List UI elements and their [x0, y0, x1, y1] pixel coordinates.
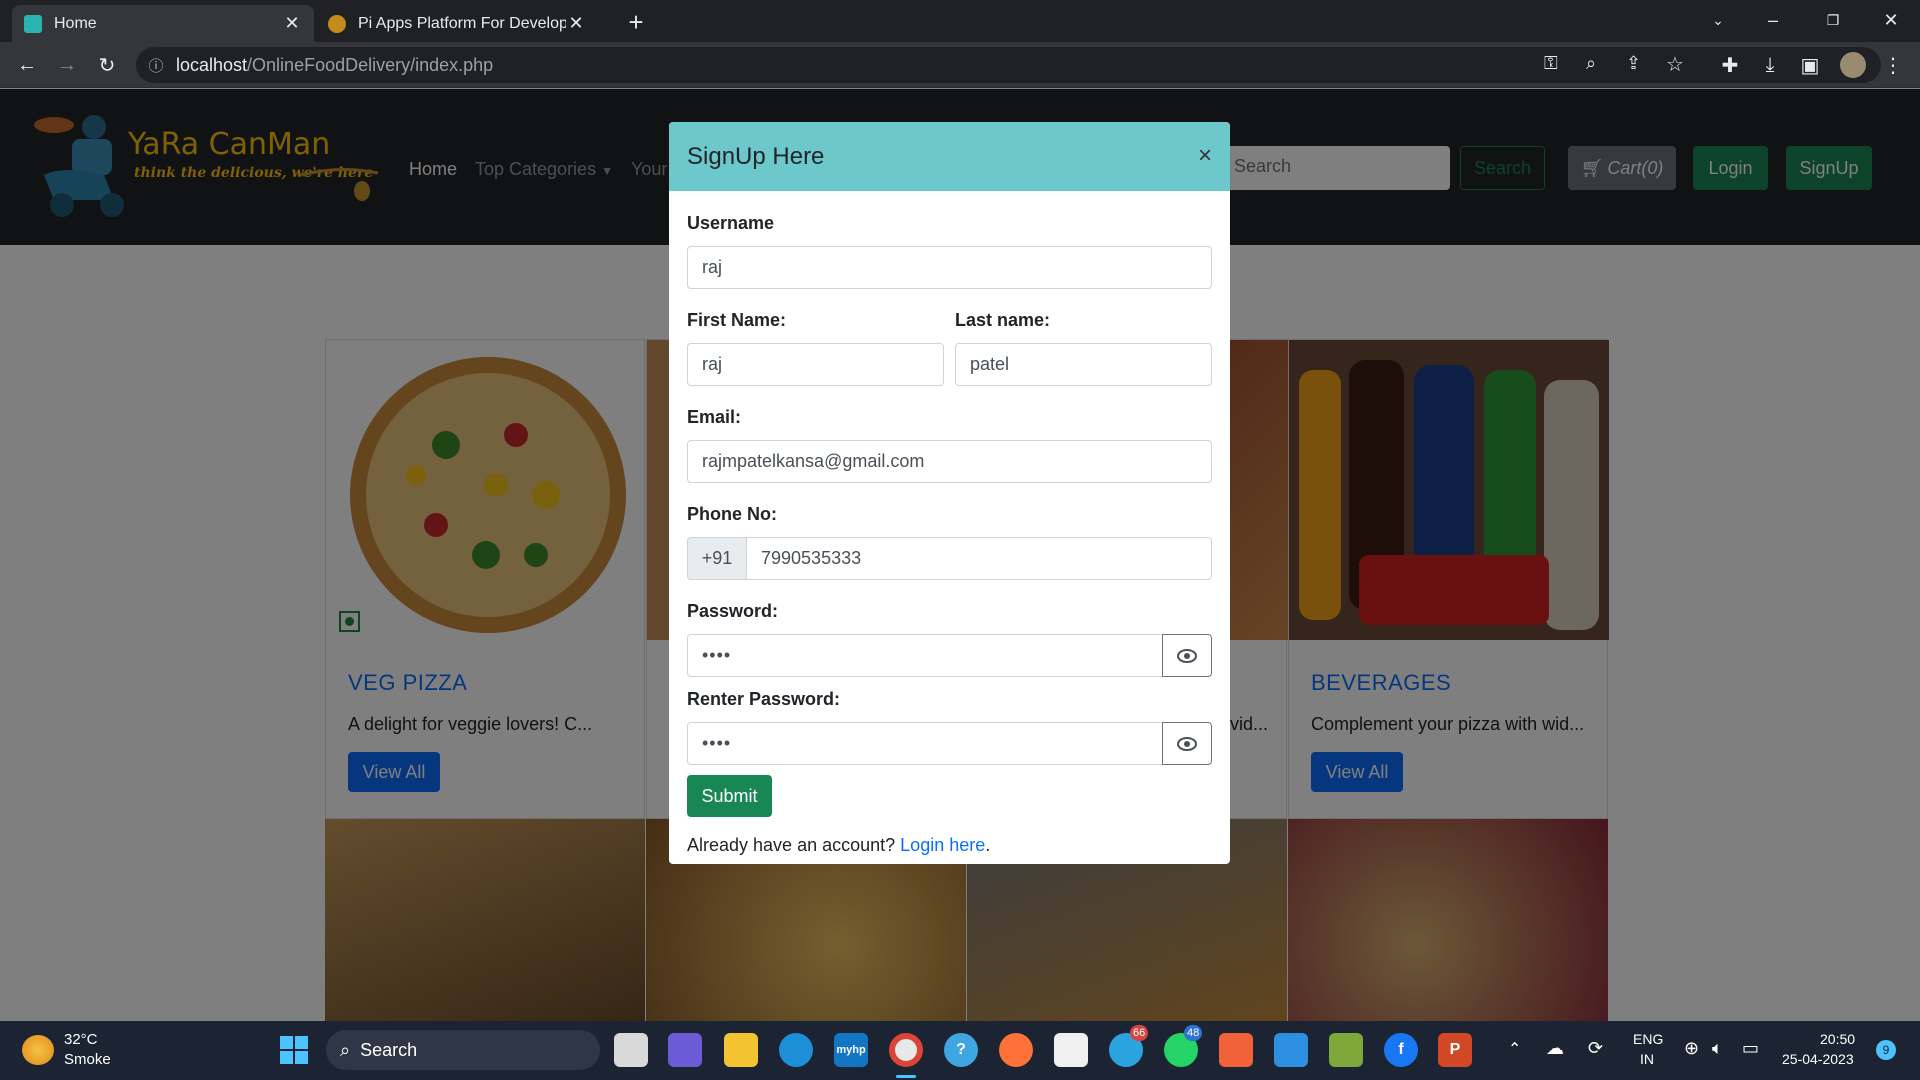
- powerpoint-icon[interactable]: P: [1438, 1033, 1472, 1067]
- site-info-icon[interactable]: ⓘ: [136, 55, 176, 76]
- firefox-icon[interactable]: [999, 1033, 1033, 1067]
- help-icon[interactable]: ?: [944, 1033, 978, 1067]
- volume-icon[interactable]: 🔈︎: [1712, 1038, 1723, 1059]
- renter-password-label: Renter Password:: [687, 689, 841, 709]
- phone-country-code: +91: [687, 537, 747, 580]
- chrome-icon[interactable]: [889, 1033, 923, 1067]
- email-input[interactable]: rajmpatelkansa@gmail.com: [687, 440, 1212, 483]
- telegram-badge: 66: [1130, 1025, 1149, 1041]
- restore-icon[interactable]: ❐: [1810, 0, 1856, 40]
- signup-modal: SignUp Here × Username raj First Name: r…: [669, 122, 1230, 864]
- new-tab-button[interactable]: +: [620, 6, 652, 38]
- browser-tab-strip: Home ✕ Pi Apps Platform For Developers ✕…: [0, 0, 1920, 42]
- download-icon[interactable]: ⤓: [1755, 50, 1785, 80]
- back-icon[interactable]: ←: [12, 50, 42, 80]
- side-panel-icon[interactable]: ▣: [1795, 50, 1825, 80]
- last-name-label: Last name:: [955, 310, 1051, 330]
- battery-icon[interactable]: ▭: [1742, 1038, 1759, 1059]
- renter-password-input[interactable]: ••••: [687, 722, 1163, 765]
- phone-label: Phone No:: [687, 504, 777, 524]
- app-icon[interactable]: [1219, 1033, 1253, 1067]
- tab-home[interactable]: Home ✕: [12, 5, 314, 42]
- minimize-icon[interactable]: –: [1750, 0, 1796, 40]
- bookmark-star-icon[interactable]: ☆: [1666, 52, 1684, 77]
- login-here-link[interactable]: Login here: [900, 835, 985, 855]
- modal-header: SignUp Here ×: [669, 122, 1230, 191]
- chevron-up-icon[interactable]: ⌃: [1508, 1039, 1521, 1059]
- tab-title: Home: [54, 14, 97, 32]
- last-name-input[interactable]: patel: [955, 343, 1212, 386]
- clock-time[interactable]: 20:50: [1820, 1031, 1855, 1047]
- weather-sun-icon[interactable]: [22, 1035, 54, 1065]
- onedrive-icon[interactable]: ☁: [1546, 1038, 1564, 1059]
- login-prompt-period: .: [985, 835, 991, 855]
- pi-favicon-icon: [328, 14, 346, 33]
- file-explorer-icon[interactable]: [724, 1033, 758, 1067]
- forward-icon[interactable]: →: [52, 50, 82, 80]
- address-bar[interactable]: ⓘ localhost/OnlineFoodDelivery/index.php…: [136, 47, 1881, 83]
- network-icon[interactable]: ⊕: [1684, 1038, 1699, 1059]
- site-favicon-icon: [24, 14, 42, 33]
- username-input[interactable]: raj: [687, 246, 1212, 289]
- tab-pi-apps[interactable]: Pi Apps Platform For Developers ✕: [316, 5, 598, 42]
- windows-start-icon[interactable]: [277, 1033, 311, 1067]
- web-page: YaRa CanMan think the delicious, we're h…: [0, 89, 1920, 1021]
- close-window-icon[interactable]: ✕: [1868, 0, 1914, 40]
- password-input[interactable]: ••••: [687, 634, 1163, 677]
- close-icon[interactable]: ×: [1198, 142, 1212, 170]
- email-label: Email:: [687, 407, 742, 427]
- image-app-icon[interactable]: [1329, 1033, 1363, 1067]
- eye-icon: [1177, 648, 1197, 663]
- login-prompt: Already have an account? Login here.: [687, 835, 990, 856]
- clock-date[interactable]: 25-04-2023: [1782, 1051, 1854, 1067]
- modal-title: SignUp Here: [687, 143, 825, 170]
- submit-button[interactable]: Submit: [687, 775, 772, 817]
- microsoft-store-icon[interactable]: [1054, 1033, 1088, 1067]
- meet-icon[interactable]: [668, 1033, 702, 1067]
- reload-icon[interactable]: ↻: [92, 50, 122, 80]
- language-bottom[interactable]: IN: [1640, 1051, 1654, 1067]
- edge-icon[interactable]: [779, 1033, 813, 1067]
- username-label: Username: [687, 213, 775, 233]
- close-tab-icon[interactable]: ✕: [282, 13, 302, 34]
- taskbar-search-label: Search: [360, 1039, 418, 1060]
- sync-icon[interactable]: ⟳: [1588, 1038, 1603, 1059]
- password-label: Password:: [687, 601, 779, 621]
- profile-avatar[interactable]: [1838, 50, 1868, 80]
- language-top[interactable]: ENG: [1633, 1031, 1663, 1047]
- extensions-icon[interactable]: ✚: [1715, 50, 1745, 80]
- eye-icon: [1177, 736, 1197, 751]
- notification-badge[interactable]: 9: [1876, 1040, 1896, 1060]
- phone-input[interactable]: 7990535333: [746, 537, 1212, 580]
- vscode-icon[interactable]: [1274, 1033, 1308, 1067]
- weather-desc[interactable]: Smoke: [64, 1051, 111, 1068]
- whatsapp-badge: 48: [1184, 1025, 1203, 1041]
- first-name-input[interactable]: raj: [687, 343, 944, 386]
- windows-taskbar: 32°C Smoke ⌕ Search myhp ? 66 48 f P ⌃ ☁…: [0, 1021, 1920, 1080]
- facebook-icon[interactable]: f: [1384, 1033, 1418, 1067]
- login-prompt-text: Already have an account?: [687, 835, 896, 855]
- tab-search-icon[interactable]: ⌄: [1695, 0, 1741, 40]
- menu-icon[interactable]: ⋮: [1878, 50, 1908, 80]
- key-icon[interactable]: ⚿: [1544, 53, 1558, 74]
- share-icon[interactable]: ⇪: [1626, 53, 1641, 74]
- taskbar-search[interactable]: ⌕ Search: [326, 1030, 600, 1070]
- active-app-indicator: [896, 1075, 916, 1078]
- zoom-icon[interactable]: ⌕: [1586, 53, 1596, 74]
- weather-temp[interactable]: 32°C: [64, 1031, 98, 1048]
- first-name-label: First Name:: [687, 310, 787, 330]
- task-view-icon[interactable]: [614, 1033, 648, 1067]
- search-icon: ⌕: [340, 1039, 351, 1060]
- tab-title: Pi Apps Platform For Developers: [358, 14, 566, 32]
- show-renter-password-button[interactable]: [1162, 722, 1212, 765]
- show-password-button[interactable]: [1162, 634, 1212, 677]
- url-path: /OnlineFoodDelivery/index.php: [247, 54, 494, 75]
- myhp-icon[interactable]: myhp: [834, 1033, 868, 1067]
- close-tab-icon[interactable]: ✕: [566, 13, 586, 34]
- url-host: localhost: [176, 54, 248, 75]
- browser-toolbar: ← → ↻ ⓘ localhost/OnlineFoodDelivery/ind…: [0, 42, 1920, 88]
